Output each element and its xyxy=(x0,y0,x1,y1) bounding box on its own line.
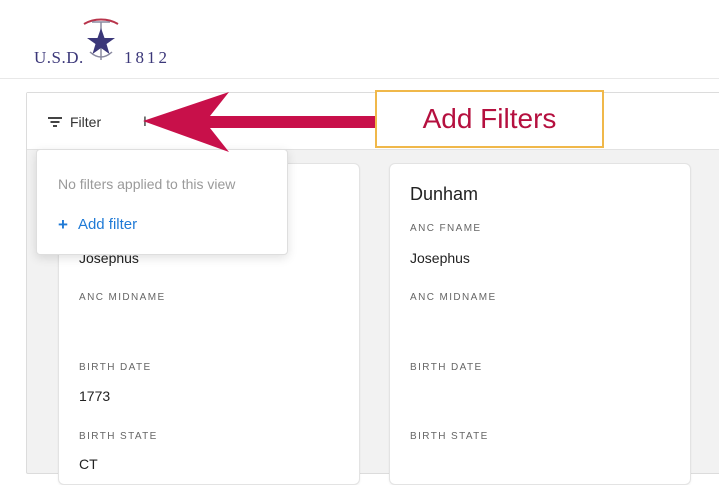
record-card[interactable]: Dunham ANC FNAME Josephus ANC MIDNAME BI… xyxy=(389,163,691,485)
view-toolbar: Filter I xyxy=(27,93,719,150)
plus-icon: + xyxy=(58,214,68,234)
birth-state-value: CT xyxy=(79,456,98,472)
anc-midname-label: ANC MIDNAME xyxy=(79,292,166,303)
card-title: Dunham xyxy=(410,184,479,204)
birth-date-label: BIRTH DATE xyxy=(410,362,483,373)
filter-button-label: Filter xyxy=(70,114,102,130)
add-filter-label: Add filter xyxy=(77,216,138,233)
filter-button[interactable]: Filter xyxy=(47,111,101,133)
filter-icon xyxy=(48,117,62,127)
usd-1812-logo-icon xyxy=(83,18,119,60)
filter-dropdown: No filters applied to this view + Add fi… xyxy=(36,149,288,255)
birth-state-label: BIRTH STATE xyxy=(79,431,158,442)
usd-1812-logo[interactable]: U.S.D. 1812 xyxy=(34,14,174,70)
site-header: U.S.D. 1812 xyxy=(0,0,719,79)
anc-fname-value: Josephus xyxy=(410,250,470,266)
birth-date-label: BIRTH DATE xyxy=(79,362,152,373)
anc-fname-label: ANC FNAME xyxy=(410,223,482,234)
birth-date-value: 1773 xyxy=(79,388,111,404)
no-filters-message: No filters applied to this view xyxy=(58,176,236,192)
annotation-callout: Add Filters xyxy=(375,90,604,148)
logo-left-text: U.S.D. xyxy=(34,48,84,67)
logo-right-text: 1812 xyxy=(124,48,170,67)
birth-state-label: BIRTH STATE xyxy=(410,431,489,442)
callout-text: Add Filters xyxy=(422,103,557,134)
toolbar-truncated-item[interactable]: I xyxy=(143,113,147,129)
add-filter-button[interactable]: + Add filter xyxy=(58,214,138,234)
anc-midname-label: ANC MIDNAME xyxy=(410,292,497,303)
